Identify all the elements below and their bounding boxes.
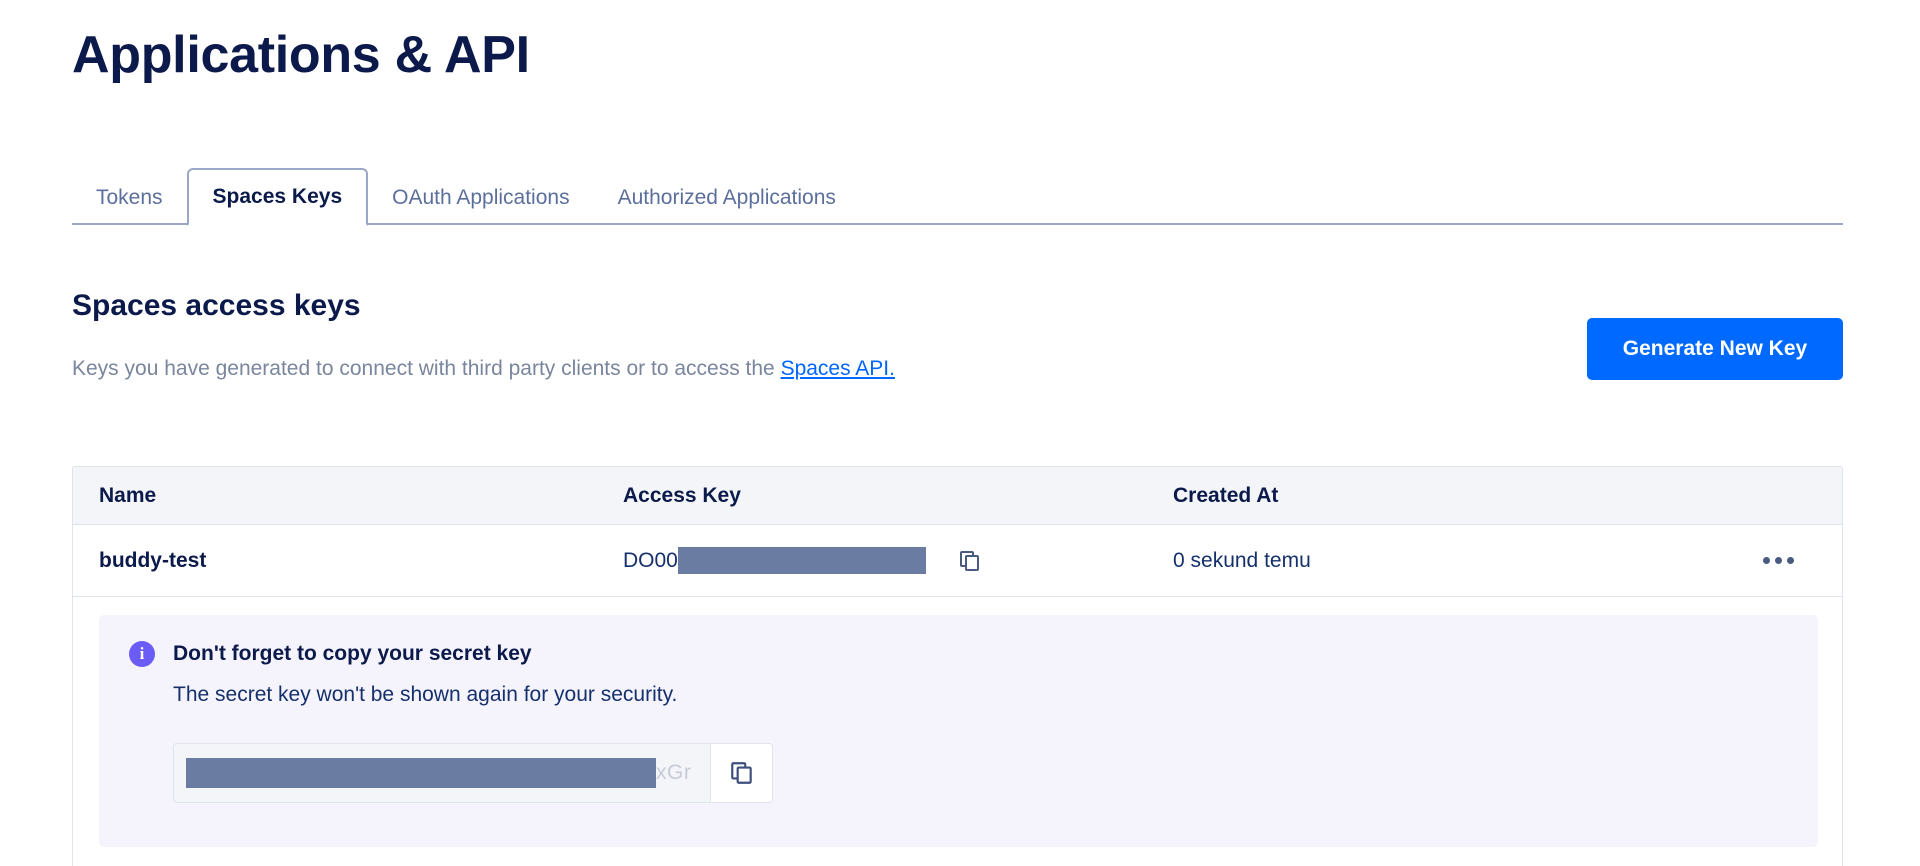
section-description: Keys you have generated to connect with … (72, 354, 895, 384)
spaces-api-link[interactable]: Spaces API. (781, 357, 895, 380)
copy-icon (730, 762, 752, 784)
info-panel-title: Don't forget to copy your secret key (173, 642, 532, 665)
tab-authorized-applications[interactable]: Authorized Applications (594, 171, 860, 225)
table-header-row: Name Access Key Created At (73, 467, 1842, 525)
tab-spaces-keys[interactable]: Spaces Keys (186, 168, 369, 226)
section-description-text: Keys you have generated to connect with … (72, 357, 781, 380)
info-panel-header: i Don't forget to copy your secret key (129, 641, 1788, 667)
secret-key-visible-tail: xGr (656, 761, 692, 784)
cell-key-name: buddy-test (99, 548, 207, 572)
cell-row-actions (1723, 551, 1842, 570)
ellipsis-dot (1763, 557, 1770, 564)
column-header-name: Name (99, 483, 157, 507)
tab-bar: Tokens Spaces Keys OAuth Applications Au… (72, 163, 1843, 226)
copy-secret-key-button[interactable] (710, 744, 772, 802)
tab-list: Tokens Spaces Keys OAuth Applications Au… (72, 163, 860, 226)
access-key-value: DO00 (623, 547, 926, 574)
secret-key-info-panel: i Don't forget to copy your secret key T… (99, 615, 1818, 847)
applications-api-page: Applications & API Tokens Spaces Keys OA… (0, 0, 1920, 866)
column-header-access-key: Access Key (623, 483, 741, 507)
copy-access-key-button[interactable] (956, 547, 984, 575)
info-circle-icon: i (129, 641, 155, 667)
ellipsis-dot (1787, 557, 1794, 564)
table-row: buddy-test DO00 0 sekund temu (73, 525, 1842, 597)
copy-icon (959, 550, 979, 571)
access-key-prefix: DO00 (623, 548, 678, 572)
info-panel-subtitle: The secret key won't be shown again for … (173, 683, 678, 706)
cell-created-at: 0 sekund temu (1173, 548, 1311, 572)
tab-oauth-applications[interactable]: OAuth Applications (368, 171, 593, 225)
cell-access-key: DO00 (623, 547, 1173, 575)
column-header-created-at: Created At (1173, 483, 1279, 507)
row-options-menu-button[interactable] (1757, 551, 1800, 570)
access-key-redaction-bar (677, 547, 926, 574)
secret-key-redaction-bar (186, 758, 656, 788)
spaces-keys-table: Name Access Key Created At buddy-test DO… (72, 466, 1843, 866)
ellipsis-dot (1775, 557, 1782, 564)
section-heading: Spaces access keys (72, 289, 361, 322)
page-title: Applications & API (72, 26, 530, 84)
tab-tokens[interactable]: Tokens (72, 171, 187, 225)
secret-key-field-group: xGr (173, 743, 773, 803)
secret-key-input[interactable]: xGr (174, 744, 710, 802)
generate-new-key-button[interactable]: Generate New Key (1587, 318, 1843, 380)
